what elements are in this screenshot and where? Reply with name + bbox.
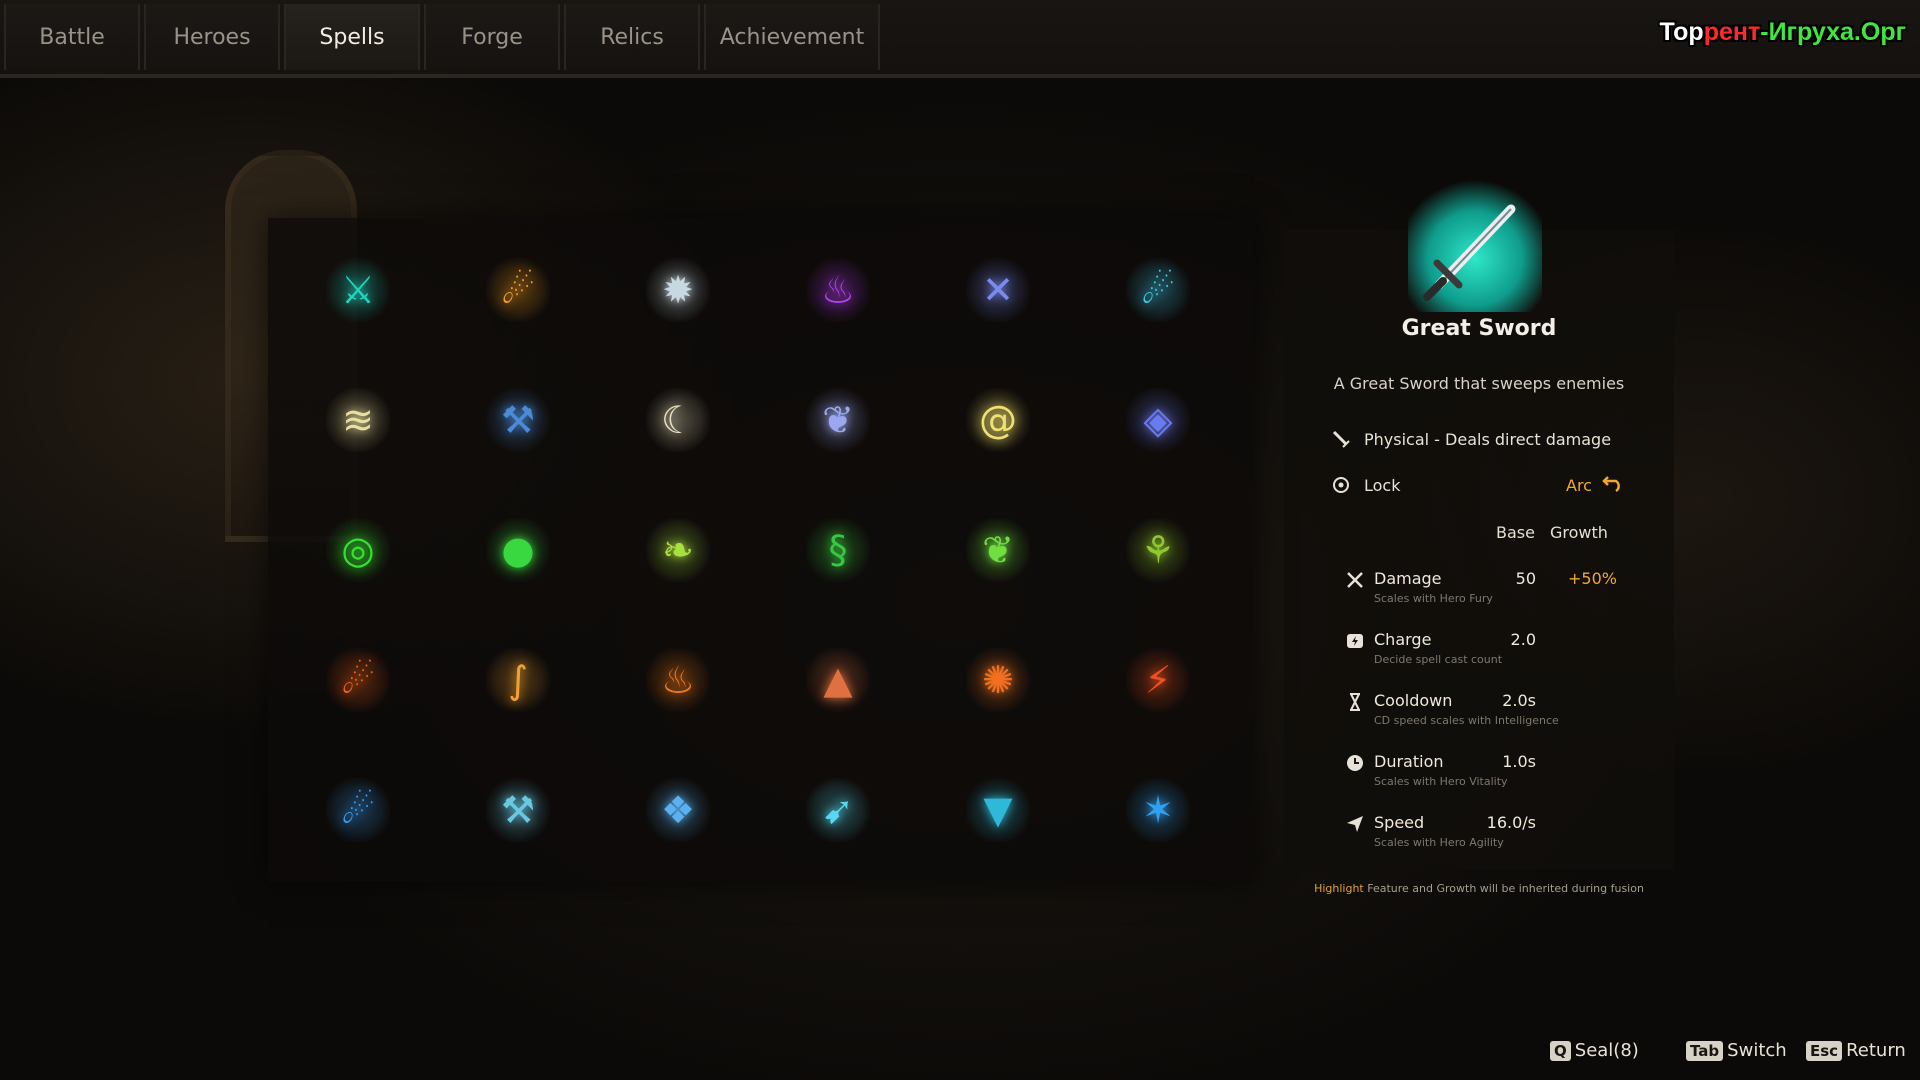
ice-claw-icon[interactable]: ✶ bbox=[1126, 778, 1190, 842]
return-hint[interactable]: Esc Return bbox=[1806, 1040, 1906, 1061]
sword-icon[interactable]: ⚔ bbox=[326, 258, 390, 322]
switch-hint[interactable]: Tab Switch bbox=[1686, 1040, 1787, 1061]
wing-icon[interactable]: ❦ bbox=[806, 388, 870, 452]
speed-icon bbox=[1344, 813, 1366, 835]
flame-wall-icon[interactable]: ♨ bbox=[646, 648, 710, 712]
watermark-part: рент bbox=[1703, 18, 1761, 46]
undo-arrow-icon bbox=[1602, 474, 1624, 496]
clock-icon bbox=[1344, 752, 1366, 774]
watermark-part: -Игруха bbox=[1760, 18, 1854, 46]
watermark-part: Тор bbox=[1659, 18, 1704, 46]
tab-key: Tab bbox=[1686, 1040, 1724, 1061]
footnote-highlight: Highlight bbox=[1314, 882, 1364, 895]
esc-key: Esc bbox=[1806, 1040, 1843, 1061]
crescent-icon[interactable]: ☾ bbox=[646, 388, 710, 452]
cobra-icon[interactable]: § bbox=[806, 518, 870, 582]
spell-name: Great Sword bbox=[1401, 316, 1557, 341]
tab-spells[interactable]: Spells bbox=[284, 4, 420, 70]
lightning-waves-icon[interactable]: ≋ bbox=[326, 388, 390, 452]
fire-whip-icon[interactable]: ∫ bbox=[486, 648, 550, 712]
arc-toggle[interactable]: Arc bbox=[1566, 474, 1624, 496]
top-tab-bar: Battle Heroes Spells Forge Relics Achiev… bbox=[0, 0, 1920, 78]
stat-name: Damage bbox=[1374, 569, 1442, 588]
stat-subtitle: CD speed scales with Intelligence bbox=[1374, 714, 1559, 727]
purple-flames-icon[interactable]: ♨ bbox=[806, 258, 870, 322]
fire-bolt-icon[interactable]: ⚡ bbox=[1126, 648, 1190, 712]
fire-vortex-icon[interactable]: ✺ bbox=[966, 648, 1030, 712]
stat-subtitle: Scales with Hero Fury bbox=[1374, 592, 1493, 605]
spell-description: A Great Sword that sweeps enemies bbox=[1333, 374, 1625, 393]
stat-row-charge: Charge Decide spell cast count 2.0 bbox=[1344, 628, 1644, 678]
tab-heroes[interactable]: Heroes bbox=[144, 4, 280, 70]
fusion-footnote: Highlight Feature and Growth will be inh… bbox=[1284, 882, 1674, 895]
stat-subtitle: Scales with Hero Vitality bbox=[1374, 775, 1508, 788]
stat-base-value: 1.0s bbox=[1502, 752, 1536, 771]
switch-label: Switch bbox=[1727, 1040, 1787, 1061]
fireball-icon[interactable]: ☄ bbox=[486, 258, 550, 322]
stat-name: Charge bbox=[1374, 630, 1432, 649]
stat-base-value: 16.0/s bbox=[1486, 813, 1536, 832]
bat-icon[interactable]: ▼ bbox=[966, 778, 1030, 842]
target-lock-icon bbox=[1330, 474, 1352, 496]
stat-row-cooldown: Cooldown CD speed scales with Intelligenc… bbox=[1344, 689, 1644, 739]
ice-axe-icon[interactable]: ⚒ bbox=[486, 778, 550, 842]
stat-name: Cooldown bbox=[1374, 691, 1453, 710]
tab-achievement[interactable]: Achievement bbox=[704, 4, 880, 70]
crossed-swords-icon bbox=[1344, 569, 1366, 591]
arc-label: Arc bbox=[1566, 475, 1592, 495]
green-leaf-blade-icon[interactable]: ❧ bbox=[646, 518, 710, 582]
vine-icon[interactable]: ⚘ bbox=[1126, 518, 1190, 582]
purple-comet-icon[interactable]: ☄ bbox=[1126, 258, 1190, 322]
watermark-part: .Орг bbox=[1853, 18, 1906, 46]
tornado-icon[interactable]: @ bbox=[966, 388, 1030, 452]
tab-relics[interactable]: Relics bbox=[564, 4, 700, 70]
ice-comet-icon[interactable]: ☄ bbox=[326, 778, 390, 842]
stat-row-duration: Duration Scales with Hero Vitality 1.0s bbox=[1344, 750, 1644, 800]
return-label: Return bbox=[1846, 1040, 1906, 1061]
stat-base-value: 2.0 bbox=[1510, 630, 1536, 649]
stat-base-value: 2.0s bbox=[1502, 691, 1536, 710]
physical-sword-icon bbox=[1330, 428, 1352, 450]
hourglass-icon bbox=[1344, 691, 1366, 713]
footnote-text: Feature and Growth will be inherited dur… bbox=[1363, 882, 1644, 895]
great-sword-icon bbox=[1408, 178, 1542, 312]
stat-row-damage: Damage Scales with Hero Fury 50 +50% bbox=[1344, 567, 1644, 617]
lock-row[interactable]: Lock bbox=[1330, 474, 1400, 496]
spell-type-row: Physical - Deals direct damage bbox=[1330, 428, 1611, 450]
column-header-growth: Growth bbox=[1550, 523, 1608, 542]
tab-forge[interactable]: Forge bbox=[424, 4, 560, 70]
leaf-icon[interactable]: ❦ bbox=[966, 518, 1030, 582]
spell-type-text: Physical - Deals direct damage bbox=[1364, 429, 1612, 449]
tab-battle[interactable]: Battle bbox=[4, 4, 140, 70]
green-spiral-icon[interactable]: ◎ bbox=[326, 518, 390, 582]
watermark-logo: Торрент-Игруха.Орг bbox=[1659, 18, 1906, 47]
stat-growth-value: +50% bbox=[1568, 569, 1617, 588]
column-header-base: Base bbox=[1496, 523, 1535, 542]
q-key: Q bbox=[1550, 1040, 1571, 1061]
green-orb-icon[interactable]: ● bbox=[486, 518, 550, 582]
stat-subtitle: Scales with Hero Agility bbox=[1374, 836, 1504, 849]
charge-icon bbox=[1344, 630, 1366, 652]
fire-rocket-icon[interactable]: ▲ bbox=[806, 648, 870, 712]
stat-subtitle: Decide spell cast count bbox=[1374, 653, 1503, 666]
cross-slash-icon[interactable]: ✕ bbox=[966, 258, 1030, 322]
ice-shards-icon[interactable]: ❖ bbox=[646, 778, 710, 842]
spell-grid-panel bbox=[268, 218, 1254, 882]
seal-label: Seal(8) bbox=[1574, 1040, 1639, 1061]
stat-base-value: 50 bbox=[1515, 569, 1536, 588]
crystal-orb-icon[interactable]: ◈ bbox=[1126, 388, 1190, 452]
fire-comet-icon[interactable]: ☄ bbox=[326, 648, 390, 712]
lock-label: Lock bbox=[1364, 475, 1401, 495]
hammer-icon[interactable]: ⚒ bbox=[486, 388, 550, 452]
stat-name: Speed bbox=[1374, 813, 1425, 832]
ice-beam-icon[interactable]: ➹ bbox=[806, 778, 870, 842]
stat-row-speed: Speed Scales with Hero Agility 16.0/s bbox=[1344, 811, 1644, 861]
stat-name: Duration bbox=[1374, 752, 1444, 771]
shield-burst-icon[interactable]: ✹ bbox=[646, 258, 710, 322]
seal-hint[interactable]: Q Seal(8) bbox=[1550, 1040, 1639, 1061]
